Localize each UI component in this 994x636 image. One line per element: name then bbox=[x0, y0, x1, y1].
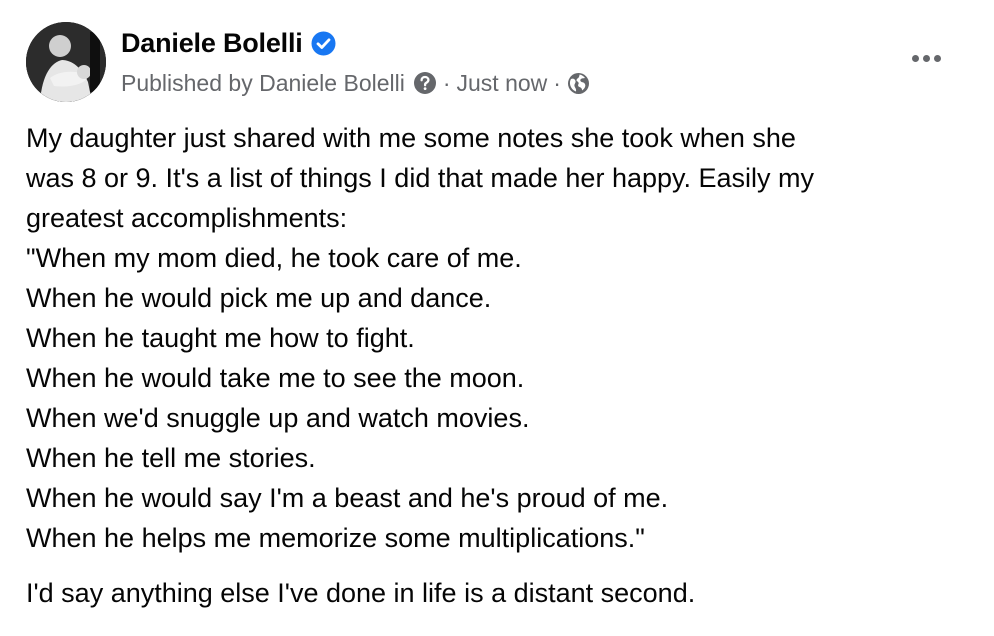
post-meta: Published by Daniele Bolelli · Just now … bbox=[121, 67, 590, 99]
globe-icon[interactable] bbox=[567, 72, 590, 95]
post-text-line: When he tell me stories. bbox=[26, 443, 316, 473]
meta-separator: · bbox=[442, 69, 451, 96]
published-by-label[interactable]: Published by Daniele Bolelli bbox=[121, 70, 405, 97]
post-text-line: was 8 or 9. It's a list of things I did … bbox=[26, 163, 815, 193]
verified-badge-icon bbox=[311, 31, 336, 56]
more-horizontal-icon bbox=[911, 54, 919, 62]
more-horizontal-icon bbox=[922, 54, 930, 62]
author-row: Daniele Bolelli bbox=[121, 26, 336, 60]
post-closing-line: I'd say anything else I've done in life … bbox=[26, 578, 696, 608]
post-text-line: When he helps me memorize some multiplic… bbox=[26, 523, 645, 553]
post-text-line: When he would take me to see the moon. bbox=[26, 363, 525, 393]
avatar[interactable] bbox=[26, 22, 106, 102]
post-text-line: greatest accomplishments: bbox=[26, 203, 348, 233]
author-name[interactable]: Daniele Bolelli bbox=[121, 28, 303, 59]
avatar-photo bbox=[26, 22, 106, 102]
post-text-line: When he would pick me up and dance. bbox=[26, 283, 492, 313]
more-options-button[interactable] bbox=[906, 44, 946, 72]
post-card: Daniele Bolelli Published by Daniele Bol… bbox=[0, 0, 994, 636]
post-body: My daughter just shared with me some not… bbox=[26, 118, 976, 613]
more-horizontal-icon bbox=[933, 54, 941, 62]
post-text-line: When we'd snuggle up and watch movies. bbox=[26, 403, 530, 433]
post-text-line: When he taught me how to fight. bbox=[26, 323, 415, 353]
meta-separator: · bbox=[553, 69, 561, 96]
question-circle-icon[interactable] bbox=[413, 71, 437, 95]
post-text-line: When he would say I'm a beast and he's p… bbox=[26, 483, 669, 513]
post-text-line: "When my mom died, he took care of me. bbox=[26, 243, 522, 273]
post-text-line: My daughter just shared with me some not… bbox=[26, 123, 796, 153]
post-timestamp[interactable]: Just now bbox=[457, 70, 548, 97]
